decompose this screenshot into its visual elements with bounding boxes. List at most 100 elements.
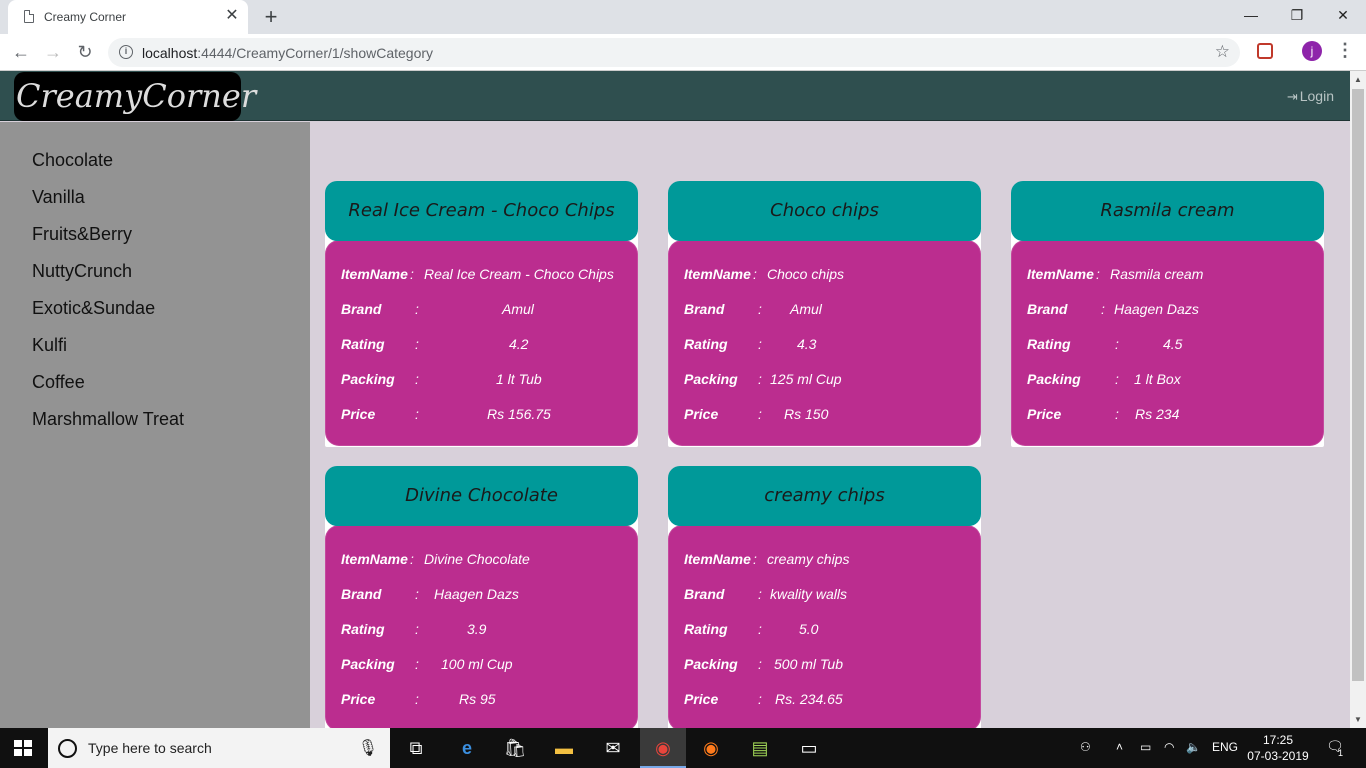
login-icon: ⇥ <box>1286 89 1298 104</box>
price-value: Rs 156.75 <box>487 406 551 422</box>
minimize-button[interactable]: — <box>1228 0 1274 32</box>
site-logo[interactable]: CreamyCorner <box>14 72 256 121</box>
brand-label: Brand <box>341 586 382 602</box>
taskbar-search-placeholder: Type here to search <box>88 740 212 756</box>
brand-value: Haagen Dazs <box>434 586 519 602</box>
url-text[interactable]: localhost:4444/CreamyCorner/1/showCatego… <box>142 45 433 61</box>
file-explorer-icon[interactable]: ▬ <box>552 736 576 760</box>
sidebar-item-fruits-berry[interactable]: Fruits&Berry <box>32 224 132 245</box>
brand-value: Amul <box>502 301 534 317</box>
rating-label: Rating <box>341 336 385 352</box>
detail-row-brand: Brand: Amul <box>341 301 631 321</box>
site-info-icon[interactable]: i <box>119 45 133 59</box>
colon: : <box>410 266 414 282</box>
store-icon[interactable]: 🛍 <box>503 736 527 760</box>
itemname-value: Real Ice Cream - Choco Chips <box>424 266 614 282</box>
bookmark-star-icon[interactable]: ☆ <box>1215 42 1230 62</box>
rating-value: 4.2 <box>509 336 529 352</box>
new-tab-button[interactable]: + <box>258 4 284 30</box>
task-view-icon[interactable]: ⧉ <box>404 736 428 760</box>
login-label: Login <box>1299 88 1334 104</box>
scroll-down-arrow-icon[interactable]: ▼ <box>1350 715 1366 724</box>
colon: : <box>410 551 414 567</box>
product-title: Choco chips <box>668 181 981 241</box>
battery-icon[interactable]: ▭ <box>1140 740 1151 754</box>
microphone-icon[interactable]: 🎙 <box>358 738 378 758</box>
packing-label: Packing <box>684 371 738 387</box>
forward-arrow-icon[interactable]: → <box>40 40 66 64</box>
brand-value: Amul <box>790 301 822 317</box>
window-close-button[interactable]: ✕ <box>1320 0 1366 32</box>
clock-date: 07-03-2019 <box>1247 749 1309 763</box>
chrome-icon[interactable]: ◉ <box>651 736 675 760</box>
browser-menu-icon[interactable]: ⋮ <box>1336 40 1354 61</box>
sidebar-item-kulfi[interactable]: Kulfi <box>32 335 67 356</box>
sidebar-item-marshmallow-treat[interactable]: Marshmallow Treat <box>32 409 184 430</box>
system-clock[interactable]: 17:25 07-03-2019 <box>1240 732 1316 764</box>
detail-row-rating: Rating: 4.5 <box>1027 336 1317 356</box>
product-card[interactable]: Divine Chocolate ItemName: Divine Chocola… <box>325 466 638 728</box>
scrollbar-thumb[interactable] <box>1352 89 1364 681</box>
page-icon <box>24 10 34 23</box>
detail-row-itemname: ItemName: Real Ice Cream - Choco Chips <box>341 266 631 286</box>
colon: : <box>758 406 762 422</box>
packing-value: 1 lt Tub <box>496 371 542 387</box>
colon: : <box>1115 371 1119 387</box>
edge-browser-icon[interactable]: e <box>455 736 479 760</box>
taskbar-search-box[interactable]: Type here to search 🎙 <box>48 728 390 768</box>
product-details: ItemName: Rasmila cream Brand: Haagen Dazs… <box>1011 240 1324 446</box>
colon: : <box>415 621 419 637</box>
mail-icon[interactable]: ✉ <box>601 736 625 760</box>
detail-row-price: Price: Rs 156.75 <box>341 406 631 426</box>
sidebar-item-nutty-crunch[interactable]: NuttyCrunch <box>32 261 132 282</box>
page-scrollbar[interactable]: ▲ ▼ <box>1350 71 1366 728</box>
itemname-label: ItemName <box>1027 266 1094 282</box>
wifi-icon[interactable]: ◠ <box>1164 740 1174 754</box>
scroll-up-arrow-icon[interactable]: ▲ <box>1350 75 1366 84</box>
language-indicator[interactable]: ENG <box>1212 740 1238 754</box>
detail-row-itemname: ItemName: Rasmila cream <box>1027 266 1317 286</box>
colon: : <box>415 371 419 387</box>
profile-avatar[interactable]: j <box>1302 41 1322 61</box>
detail-row-itemname: ItemName: Choco chips <box>684 266 974 286</box>
product-card[interactable]: Real Ice Cream - Choco Chips ItemName: Re… <box>325 181 638 447</box>
product-card[interactable]: Rasmila cream ItemName: Rasmila cream Bra… <box>1011 181 1324 447</box>
product-card[interactable]: creamy chips ItemName: creamy chips Brand… <box>668 466 981 728</box>
command-prompt-icon[interactable]: ▭ <box>797 736 821 760</box>
product-title: Rasmila cream <box>1011 181 1324 241</box>
detail-row-rating: Rating: 3.9 <box>341 621 631 641</box>
address-bar[interactable]: i localhost:4444/CreamyCorner/1/showCate… <box>108 38 1240 67</box>
notepad-plus-icon[interactable]: ▤ <box>748 736 772 760</box>
product-details: ItemName: Choco chips Brand: Amul Rating: 4… <box>668 240 981 446</box>
firefox-icon[interactable]: ◉ <box>699 736 723 760</box>
back-arrow-icon[interactable]: ← <box>8 40 34 64</box>
windows-start-icon[interactable] <box>14 740 32 756</box>
product-card[interactable]: Choco chips ItemName: Choco chips Brand: A… <box>668 181 981 447</box>
price-label: Price <box>341 691 376 707</box>
browser-tab-strip: Creamy Corner ✕ + — ❐ ✕ <box>0 0 1366 34</box>
extension-icon[interactable] <box>1257 43 1273 59</box>
people-icon[interactable]: ⚇ <box>1080 740 1091 754</box>
sidebar-item-chocolate[interactable]: Chocolate <box>32 150 113 171</box>
price-label: Price <box>341 406 376 422</box>
detail-row-price: Price: Rs 234 <box>1027 406 1317 426</box>
tab-close-icon[interactable]: ✕ <box>222 6 242 26</box>
rating-label: Rating <box>341 621 385 637</box>
browser-tab[interactable]: Creamy Corner ✕ <box>8 0 248 34</box>
sidebar-item-coffee[interactable]: Coffee <box>32 372 85 393</box>
colon: : <box>758 586 762 602</box>
login-link[interactable]: ⇥ Login <box>1287 88 1334 105</box>
colon: : <box>415 301 419 317</box>
product-details: ItemName: creamy chips Brand: kwality wall… <box>668 525 981 728</box>
tray-expand-icon[interactable]: ˄ <box>1116 740 1123 754</box>
reload-icon[interactable]: ↻ <box>72 40 98 64</box>
sidebar-item-exotic-sundae[interactable]: Exotic&Sundae <box>32 298 155 319</box>
sidebar-item-vanilla[interactable]: Vanilla <box>32 187 85 208</box>
colon: : <box>758 621 762 637</box>
product-details: ItemName: Real Ice Cream - Choco Chips Br… <box>325 240 638 446</box>
colon: : <box>1115 406 1119 422</box>
volume-muted-icon[interactable]: 🔈 <box>1186 740 1201 754</box>
restore-button[interactable]: ❐ <box>1274 0 1320 32</box>
rating-value: 4.5 <box>1163 336 1183 352</box>
rating-value: 5.0 <box>799 621 819 637</box>
